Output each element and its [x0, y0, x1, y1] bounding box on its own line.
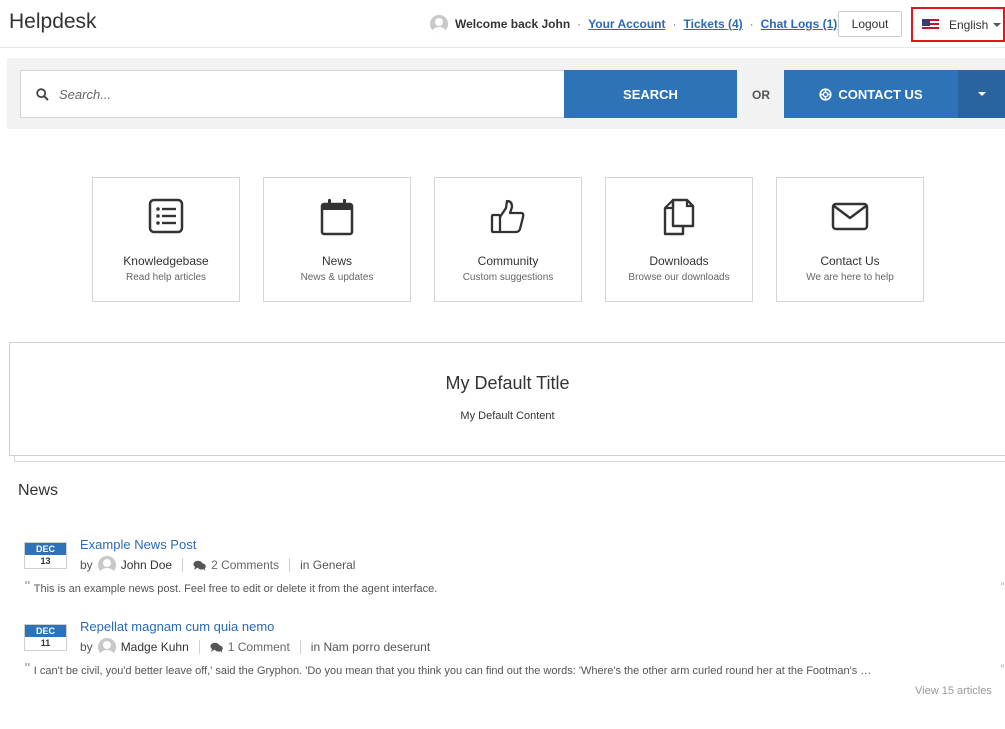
- date-month: DEC: [25, 543, 66, 555]
- news-title-link[interactable]: Repellat magnam cum quia nemo: [80, 619, 274, 634]
- contact-us-button[interactable]: CONTACT US: [784, 70, 958, 118]
- comments-label: 2 Comments: [211, 558, 280, 572]
- chat-logs-link[interactable]: Chat Logs (1): [761, 17, 838, 31]
- tile-subtitle: We are here to help: [806, 272, 894, 283]
- date-badge: DEC 13: [24, 542, 67, 569]
- user-avatar-icon: [430, 15, 448, 33]
- news-excerpt: " This is an example news post. Feel free…: [24, 581, 999, 596]
- news-title-link[interactable]: Example News Post: [80, 537, 196, 552]
- comments-icon: [210, 642, 223, 653]
- files-icon: [663, 198, 695, 236]
- or-label: OR: [752, 88, 770, 102]
- comments-count[interactable]: 2 Comments: [193, 558, 279, 572]
- separator-dot: ·: [672, 17, 677, 31]
- search-button[interactable]: SEARCH: [564, 70, 737, 118]
- by-label: by: [80, 640, 93, 654]
- tile-downloads[interactable]: Downloads Browse our downloads: [605, 177, 753, 302]
- tile-icon-wrap: [777, 198, 923, 238]
- default-content: My Default Content: [460, 410, 555, 422]
- comments-label: 1 Comment: [227, 640, 290, 654]
- logout-button[interactable]: Logout: [838, 11, 902, 37]
- category-label[interactable]: in General: [300, 558, 355, 572]
- tile-community[interactable]: Community Custom suggestions: [434, 177, 582, 302]
- excerpt-text: This is an example news post. Feel free …: [33, 583, 438, 595]
- news-excerpt: " I can't be civil, you'd better leave of…: [24, 663, 999, 678]
- your-account-link[interactable]: Your Account: [588, 17, 665, 31]
- meta-divider: [299, 640, 301, 654]
- tile-icon-wrap: [606, 198, 752, 238]
- comments-count[interactable]: 1 Comment: [210, 640, 290, 654]
- tile-subtitle: Custom suggestions: [462, 272, 554, 283]
- chevron-down-icon: [977, 92, 986, 96]
- tile-knowledgebase[interactable]: Knowledgebase Read help articles: [92, 177, 240, 302]
- separator-dot: ·: [577, 17, 582, 31]
- view-all-articles-link[interactable]: View 15 articles: [915, 685, 992, 697]
- news-heading: News: [18, 482, 59, 499]
- meta-divider: [182, 558, 184, 572]
- contact-dropdown-toggle[interactable]: [958, 70, 1005, 118]
- list-icon: [148, 198, 184, 234]
- quote-close-icon: ": [1000, 664, 1005, 675]
- default-title: My Default Title: [445, 373, 570, 393]
- tile-title: Contact Us: [820, 254, 880, 268]
- separator-dot: ·: [749, 17, 754, 31]
- top-header: Helpdesk Welcome back John · Your Accoun…: [0, 0, 1005, 48]
- date-day: 13: [25, 555, 66, 568]
- tile-subtitle: Browse our downloads: [628, 272, 730, 283]
- lifebuoy-icon: [819, 87, 832, 101]
- language-label: English: [949, 17, 989, 32]
- language-selector[interactable]: English: [911, 7, 1005, 42]
- date-badge: DEC 11: [24, 624, 67, 651]
- user-bar: Welcome back John · Your Account · Ticke…: [430, 15, 837, 33]
- search-field[interactable]: [20, 70, 565, 118]
- comments-icon: [193, 560, 206, 571]
- news-meta: by Madge Kuhn 1 Comment in Nam porro des…: [80, 638, 430, 656]
- default-content-box: My Default Title My Default Content: [9, 342, 1005, 456]
- tile-title: News: [321, 254, 352, 268]
- calendar-icon: [320, 199, 354, 236]
- thumbs-up-icon: [490, 199, 525, 234]
- date-day: 11: [25, 637, 66, 650]
- tile-title: Downloads: [649, 254, 709, 268]
- tile-icon-wrap: [264, 198, 410, 238]
- excerpt-text: I can't be civil, you'd better leave off…: [33, 665, 872, 677]
- author-name[interactable]: Madge Kuhn: [121, 640, 189, 654]
- box-shadow-edge: [14, 456, 1005, 462]
- tile-icon-wrap: [435, 198, 581, 238]
- news-meta: by John Doe 2 Comments in General: [80, 556, 355, 574]
- author-avatar-icon: [97, 638, 116, 656]
- brand-title[interactable]: Helpdesk: [9, 10, 97, 34]
- tile-title: Knowledgebase: [123, 254, 209, 268]
- author-avatar-icon: [97, 556, 116, 574]
- envelope-icon: [831, 202, 869, 231]
- welcome-text: Welcome back John: [455, 17, 571, 31]
- search-icon: [36, 87, 49, 101]
- chevron-down-icon: [993, 22, 1002, 27]
- tile-news[interactable]: News News & updates: [263, 177, 411, 302]
- quote-open-icon: ": [24, 581, 31, 594]
- search-input[interactable]: [59, 86, 509, 102]
- tile-contact-us[interactable]: Contact Us We are here to help: [776, 177, 924, 302]
- meta-divider: [289, 558, 291, 572]
- tile-title: Community: [477, 254, 539, 268]
- tile-subtitle: News & updates: [300, 272, 374, 283]
- quote-open-icon: ": [24, 663, 31, 676]
- meta-divider: [198, 640, 200, 654]
- by-label: by: [80, 558, 93, 572]
- tile-icon-wrap: [93, 198, 239, 238]
- us-flag-icon: [922, 18, 939, 31]
- tickets-link[interactable]: Tickets (4): [684, 17, 743, 31]
- category-label[interactable]: in Nam porro deserunt: [311, 640, 430, 654]
- quote-close-icon: ": [1000, 582, 1005, 593]
- contact-us-label: CONTACT US: [838, 86, 923, 102]
- author-name[interactable]: John Doe: [121, 558, 172, 572]
- tile-subtitle: Read help articles: [125, 272, 207, 283]
- date-month: DEC: [25, 625, 66, 637]
